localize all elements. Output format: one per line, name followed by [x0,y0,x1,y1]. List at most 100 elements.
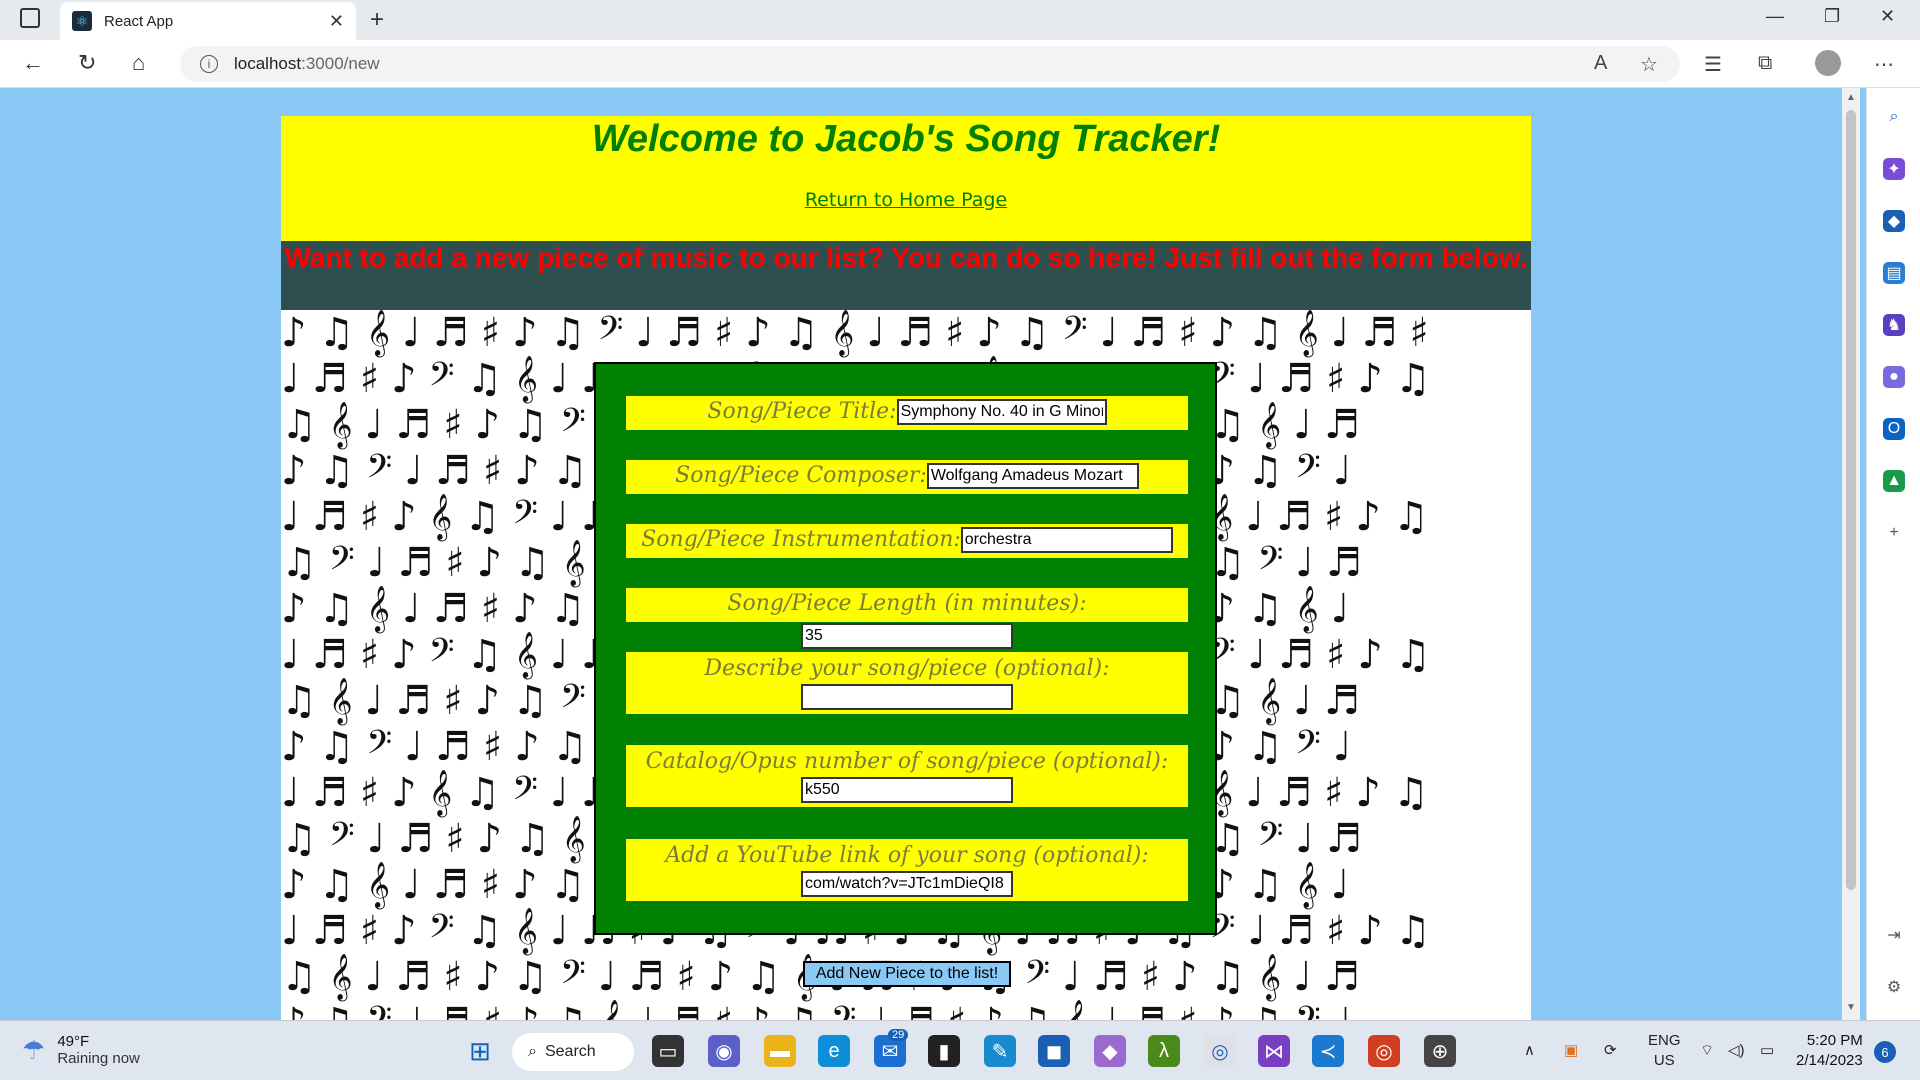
title-input[interactable] [896,399,1107,425]
address-bar[interactable]: i localhost:3000/new [180,46,1680,82]
description-input[interactable] [801,684,1013,710]
clock-time: 5:20 PM [1806,1032,1863,1049]
vertical-tabs-icon[interactable] [20,8,40,28]
drop-icon[interactable]: ▲ [1883,470,1905,492]
tab-react-app[interactable]: ⚛ React App ✕ [60,2,356,40]
title-field: Song/Piece Title: [626,396,1188,430]
store-icon[interactable]: ◼ [1038,1035,1070,1067]
page-scrollbar[interactable]: ▲ ▼ [1842,88,1860,1020]
music-notes-background: ♪♫𝄞♩♬♯♪♫𝄢♩♬♯♪♫𝄞♩♬♯♪♫𝄢♩♬♯♪♫𝄞♩♬♯ ♩♬♯♪𝄢♫𝄞♩♬… [281,310,1531,1020]
composer-input[interactable] [926,463,1139,489]
tray-app-icon[interactable]: ▣ [1564,1041,1578,1059]
notification-count[interactable]: 6 [1874,1041,1896,1063]
add-sidebar-app-icon[interactable]: + [1883,522,1905,544]
teams-chat-icon[interactable]: ◉ [708,1035,740,1067]
add-piece-button[interactable]: Add New Piece to the list! [803,961,1011,987]
chrome-dev-icon[interactable]: ◎ [1204,1035,1236,1067]
scrollbar-thumb[interactable] [1846,110,1856,890]
home-link[interactable]: Return to Home Page [805,189,1007,211]
profile-avatar[interactable] [1815,50,1841,76]
youtube-field: Add a YouTube link of your song (optiona… [626,839,1188,901]
volume-icon[interactable]: ◁) [1728,1041,1745,1059]
page-header: Welcome to Jacob's Song Tracker! Return … [281,116,1531,241]
wifi-icon[interactable]: ⌔ [1700,1041,1714,1060]
scroll-down-icon[interactable]: ▼ [1846,1002,1856,1013]
search-icon: ⌕ [528,1043,537,1060]
close-tab-icon[interactable]: ✕ [329,11,344,32]
sync-icon[interactable]: ⟳ [1604,1041,1617,1059]
show-hidden-icons[interactable]: ∧ [1524,1041,1535,1059]
composer-field: Song/Piece Composer: [626,460,1188,494]
url-path: :3000/new [301,54,380,73]
new-tab-button[interactable]: + [370,6,384,34]
instructions-banner: Want to add a new piece of music to our … [281,241,1531,310]
site-info-icon[interactable]: i [200,55,218,73]
search-icon[interactable]: ⌕ [1883,106,1905,128]
refresh-icon[interactable]: ↻ [78,50,96,76]
restore-icon[interactable]: ❐ [1824,6,1840,27]
app-diamond-icon[interactable]: ◆ [1094,1035,1126,1067]
minimize-icon[interactable]: — [1766,6,1784,27]
instrumentation-label: Song/Piece Instrumentation: [641,527,961,552]
more-menu-icon[interactable]: ⋯ [1874,52,1894,77]
tab-title: React App [104,12,174,30]
copilot-icon[interactable]: ✦ [1883,158,1905,180]
terminal-icon[interactable]: ▮ [928,1035,960,1067]
youtube-label: Add a YouTube link of your song (optiona… [665,843,1149,868]
collections-icon[interactable]: ⧉ [1758,52,1772,75]
battery-icon[interactable]: ▭ [1760,1041,1774,1059]
length-field: Song/Piece Length (in minutes): [626,588,1188,649]
weather-widget[interactable]: ☂ 49°F Raining now [22,1033,140,1067]
url-host: localhost [234,54,302,73]
scroll-up-icon[interactable]: ▲ [1846,92,1856,103]
address-toolbar: ← ↻ ⌂ i localhost:3000/new A ☆ ☰ ⧉ ⋯ [0,40,1920,88]
tools-icon[interactable]: ▤ [1883,262,1905,284]
title-label: Song/Piece Title: [707,399,897,424]
tab-strip: ⚛ React App ✕ + — ❐ ✕ [0,0,1920,40]
taskbar-search[interactable]: ⌕ Search [512,1033,634,1071]
home-icon[interactable]: ⌂ [132,50,145,76]
mail-badge: 29 [888,1029,909,1041]
lambda-app-icon[interactable]: λ [1148,1035,1180,1067]
visual-studio-icon[interactable]: ⋈ [1258,1035,1290,1067]
chrome-icon[interactable]: ◎ [1368,1035,1400,1067]
instrumentation-field: Song/Piece Instrumentation: [626,524,1188,558]
microsoft365-icon[interactable]: ● [1883,366,1905,388]
favorites-icon[interactable]: ☰ [1704,52,1722,77]
clock-date: 2/14/2023 [1796,1052,1863,1069]
shopping-tag-icon[interactable]: ◆ [1883,210,1905,232]
taskbar-clock[interactable]: 5:20 PM 2/14/2023 [1796,1031,1863,1071]
youtube-input[interactable] [801,871,1013,897]
react-icon: ⚛ [72,11,92,31]
catalog-input[interactable] [801,777,1013,803]
region-code: US [1653,1052,1675,1069]
outlook-icon[interactable]: O [1883,418,1905,440]
back-icon[interactable]: ← [22,50,44,76]
language-code: ENG [1648,1032,1681,1049]
add-favorite-icon[interactable]: ☆ [1640,52,1658,77]
instrumentation-input[interactable] [960,527,1173,553]
hide-sidebar-icon[interactable]: ⇥ [1883,924,1905,946]
settings-gear-icon[interactable]: ⚙ [1883,976,1905,998]
description-label: Describe your song/piece (optional): [704,656,1110,681]
games-icon[interactable]: ♞ [1883,314,1905,336]
windows-taskbar: ☂ 49°F Raining now ⊞ ⌕ Search ▭ ◉ ▬ e ✉ … [0,1020,1920,1080]
start-windows-icon[interactable]: ⊞ [464,1035,496,1067]
composer-label: Song/Piece Composer: [675,463,927,488]
task-view-icon[interactable]: ▭ [652,1035,684,1067]
vscode-icon[interactable]: ≺ [1312,1035,1344,1067]
close-window-icon[interactable]: ✕ [1880,6,1895,27]
catalog-label: Catalog/Opus number of song/piece (optio… [645,749,1169,774]
rain-umbrella-icon: ☂ [22,1034,46,1065]
paint-icon[interactable]: ✎ [984,1035,1016,1067]
weather-description: Raining now [57,1050,140,1067]
globe-app-icon[interactable]: ⊕ [1424,1035,1456,1067]
description-field: Describe your song/piece (optional): [626,652,1188,714]
read-aloud-icon[interactable]: A [1594,52,1607,75]
catalog-field: Catalog/Opus number of song/piece (optio… [626,745,1188,807]
language-indicator[interactable]: ENG US [1648,1031,1681,1071]
file-explorer-icon[interactable]: ▬ [764,1035,796,1067]
page-title: Welcome to Jacob's Song Tracker! [591,118,1221,160]
length-input[interactable] [801,623,1013,649]
edge-browser-icon[interactable]: e [818,1035,850,1067]
